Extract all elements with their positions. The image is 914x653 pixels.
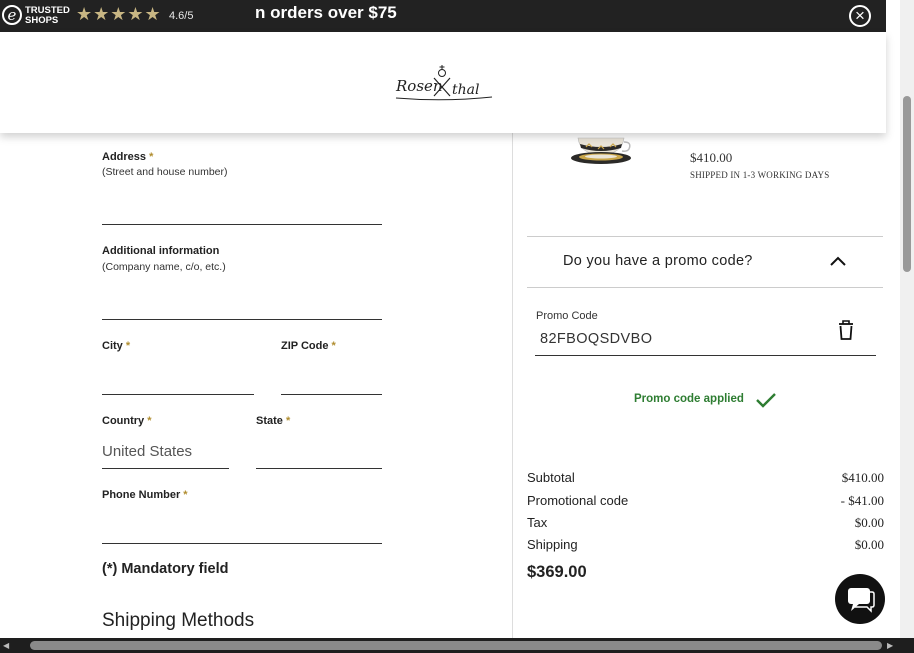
required-marker: * (331, 340, 336, 352)
required-marker: * (285, 415, 291, 427)
rating-value: 4.6/5 (169, 10, 194, 22)
address-hint: (Street and house number) (102, 166, 228, 178)
svg-text:thal: thal (452, 82, 479, 98)
svg-text:Rosen: Rosen (395, 77, 443, 95)
city-label-text: City (102, 340, 123, 352)
state-label-text: State (256, 415, 283, 427)
country-label: Country * (102, 415, 152, 427)
zip-input[interactable] (281, 394, 382, 395)
trusted-shops-logo-icon[interactable]: e (2, 5, 22, 25)
shipping-label: Shipping (527, 537, 578, 552)
additional-info-input[interactable] (102, 319, 382, 320)
rating-stars-icon: ★★★★★ (76, 4, 162, 24)
chevron-up-icon[interactable] (829, 254, 847, 268)
check-icon (756, 393, 776, 408)
chat-bubble-icon (848, 588, 875, 613)
required-marker: * (125, 340, 131, 352)
subtotal-label: Subtotal (527, 470, 575, 485)
trusted-label-line2: SHOPS (25, 15, 59, 26)
phone-label-text: Phone Number (102, 489, 181, 501)
zip-label-text: ZIP Code (281, 340, 329, 352)
required-marker: * (149, 151, 154, 163)
scrollbar-corner (900, 638, 914, 653)
scroll-right-icon[interactable]: ▶ (887, 641, 897, 650)
site-header: Rosen thal (0, 32, 886, 133)
zip-label: ZIP Code * (281, 340, 336, 352)
promo-toggle[interactable]: Do you have a promo code? (563, 253, 753, 269)
address-input[interactable] (102, 224, 382, 225)
chat-button[interactable] (835, 574, 885, 624)
free-shipping-message: n orders over $75 (255, 3, 397, 22)
order-total: $369.00 (527, 563, 587, 581)
shipping-methods-heading: Shipping Methods (102, 610, 255, 631)
promo-code-label: Promo Code (536, 310, 598, 322)
additional-info-label: Additional information (102, 245, 219, 257)
subtotal-value: $410.00 (841, 470, 884, 485)
address-label: Address * (102, 151, 153, 163)
shipping-value: $0.00 (854, 537, 884, 552)
column-divider (512, 133, 513, 638)
state-select[interactable] (256, 468, 382, 469)
promo-divider-bottom (527, 287, 883, 288)
horizontal-scroll-thumb[interactable] (30, 641, 882, 650)
city-label: City * (102, 340, 130, 352)
promo-discount-label: Promotional code (527, 493, 629, 508)
tax-label: Tax (527, 515, 548, 530)
tax-value: $0.00 (854, 515, 884, 530)
rosenthal-logo[interactable]: Rosen thal (394, 64, 494, 102)
promo-divider-top (527, 236, 883, 237)
phone-label: Phone Number * (102, 489, 188, 501)
country-select[interactable]: United States (102, 443, 192, 460)
country-label-text: Country (102, 415, 145, 427)
phone-input[interactable] (102, 543, 382, 544)
address-label-text: Address (102, 151, 147, 163)
scroll-left-icon[interactable]: ◀ (3, 641, 13, 650)
mandatory-note: (*) Mandatory field (102, 561, 229, 577)
vertical-scroll-thumb[interactable] (903, 96, 911, 272)
required-marker: * (183, 489, 188, 501)
trusted-shops-banner: e TRUSTED SHOPS ★★★★★ 4.6/5 n orders ove… (0, 0, 886, 32)
trusted-shops-label: TRUSTED SHOPS (25, 6, 70, 26)
country-underline (102, 468, 229, 469)
promo-applied-message: Promo code applied (634, 393, 744, 405)
promo-code-input[interactable]: 82FBOQSDVBO (540, 331, 652, 347)
shipping-time: SHIPPED IN 1-3 WORKING DAYS (690, 170, 830, 180)
close-icon[interactable]: × (849, 5, 871, 27)
promo-discount-value: - $41.00 (840, 493, 884, 508)
city-input[interactable] (102, 394, 254, 395)
required-marker: * (147, 415, 152, 427)
additional-info-hint: (Company name, c/o, etc.) (102, 261, 226, 273)
additional-label-text: Additional information (102, 245, 220, 257)
trash-icon[interactable] (836, 319, 856, 341)
product-price: $410.00 (690, 150, 733, 165)
state-label: State * (256, 415, 290, 427)
promo-code-underline (535, 355, 876, 356)
